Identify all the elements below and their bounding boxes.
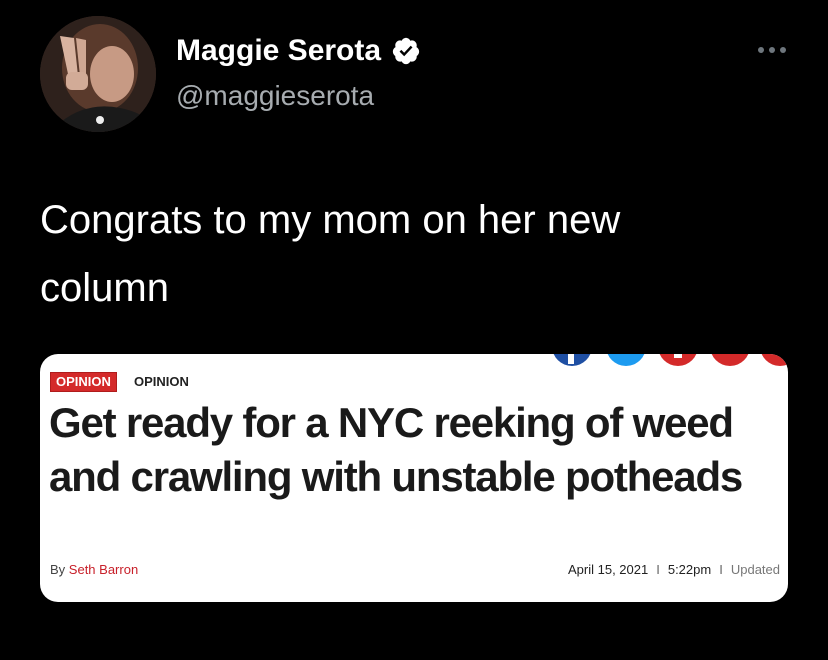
publish-date: April 15, 2021 bbox=[567, 562, 649, 577]
dateline-separator: I bbox=[719, 562, 723, 577]
updated-label: Updated bbox=[730, 562, 780, 577]
link-icon bbox=[761, 354, 788, 366]
share-icons-strip bbox=[553, 354, 788, 366]
more-options-icon[interactable] bbox=[752, 40, 792, 60]
avatar-photo bbox=[40, 16, 156, 132]
section-badge: OPINION bbox=[50, 372, 117, 392]
section-label: OPINION bbox=[134, 374, 189, 389]
article-headline: Get ready for a NYC reeking of weed and … bbox=[49, 399, 743, 500]
byline-author[interactable]: Seth Barron bbox=[69, 562, 138, 577]
twitter-icon bbox=[607, 354, 645, 366]
byline: By Seth Barron bbox=[50, 562, 138, 577]
author-handle[interactable]: @maggieserota bbox=[176, 80, 374, 112]
avatar[interactable] bbox=[40, 16, 156, 132]
author-name[interactable]: Maggie Serota bbox=[176, 34, 381, 68]
publish-time: 5:22pm bbox=[667, 562, 712, 577]
tweet-text: Congrats to my mom on her new column bbox=[40, 198, 621, 310]
verified-badge-icon bbox=[392, 37, 420, 65]
article-card[interactable]: OPINION OPINION Get ready for a NYC reek… bbox=[40, 354, 788, 602]
dateline: April 15, 2021 I 5:22pm I Updated bbox=[568, 562, 780, 577]
author-name-row[interactable]: Maggie Serota bbox=[176, 34, 421, 68]
email-icon bbox=[711, 354, 749, 366]
dateline-separator: I bbox=[656, 562, 660, 577]
byline-prefix: By bbox=[50, 562, 66, 577]
